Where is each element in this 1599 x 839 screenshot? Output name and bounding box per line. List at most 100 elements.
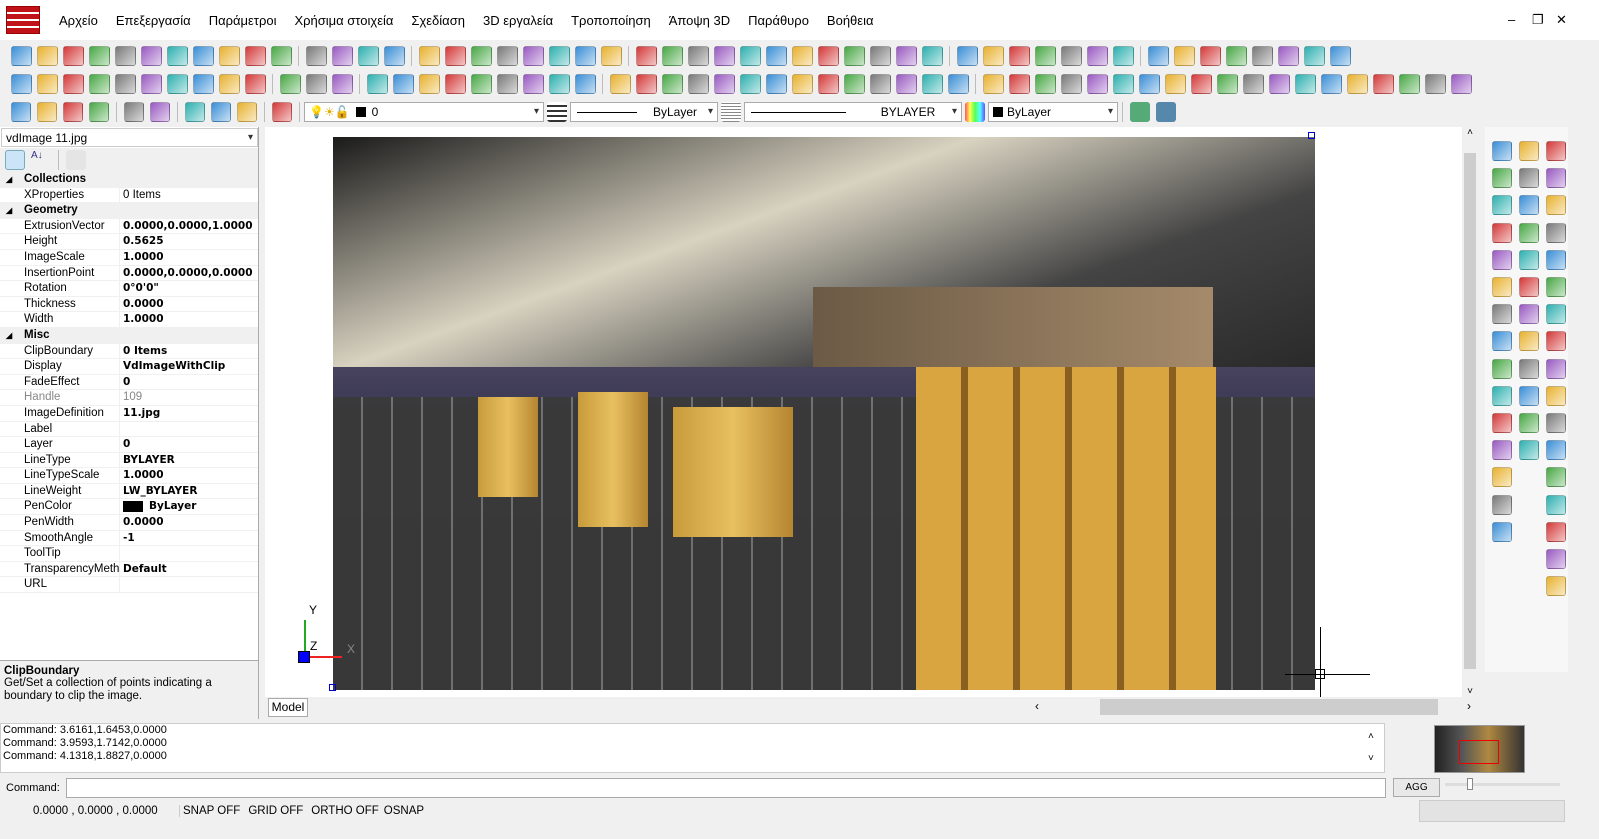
surface-icon[interactable] [765,73,787,94]
ruler-icon[interactable] [1277,45,1299,66]
menu-item-4[interactable]: Σχεδίαση [402,13,474,28]
snap-near-icon[interactable] [713,45,735,66]
property-value[interactable]: Default [120,562,167,577]
dim-aligned-icon[interactable] [1546,358,1566,379]
mirror-icon[interactable] [1138,73,1160,94]
wedge-icon[interactable] [1372,73,1394,94]
paste-icon[interactable] [331,73,353,94]
menu-item-3[interactable]: Χρήσιμα στοιχεία [285,13,402,28]
navigator-thumbnail[interactable] [1434,725,1525,773]
property-value[interactable]: 0 Items [120,188,161,203]
chart-icon[interactable] [237,101,257,122]
history-scrollbar[interactable]: ˄ ˅ [1368,726,1374,770]
view-bottom-icon[interactable] [36,73,58,94]
open-icon[interactable] [36,45,58,66]
render-icon[interactable] [418,45,440,66]
torus-icon[interactable] [817,73,839,94]
delete-icon[interactable] [1034,73,1056,94]
text-icon[interactable] [1492,195,1512,216]
layer-d-icon[interactable] [1546,249,1566,270]
image-icon[interactable] [1492,385,1512,406]
chamfer-icon[interactable] [1320,73,1342,94]
property-value[interactable]: ByLayer [146,499,196,514]
snap-end-icon[interactable] [635,45,657,66]
color-palette-icon[interactable] [965,101,985,122]
osnap-toggle[interactable]: OSNAP [384,805,424,817]
ucs-icon[interactable] [1251,45,1273,66]
color-combo[interactable]: ByLayer ▾ [988,101,1118,122]
grip-icon[interactable] [947,73,969,94]
dim-icon[interactable] [687,73,709,94]
property-row[interactable]: LineTypeScale 1.0000 [0,468,258,484]
zoom-scale-icon[interactable] [548,73,570,94]
frame-icon[interactable] [1329,45,1351,66]
property-row[interactable]: Display VdImageWithClip [0,359,258,375]
iso-sw-icon[interactable] [166,73,188,94]
edit-icon[interactable] [609,73,631,94]
property-row[interactable]: ImageDefinition 11.jpg [0,405,258,422]
save-icon[interactable] [88,45,110,66]
offset-icon[interactable] [1190,73,1212,94]
dim-angle-icon[interactable] [1546,467,1566,488]
property-row[interactable]: PenWidth 0.0000 [0,515,258,531]
cloud-icon[interactable] [1492,358,1512,379]
menu-item-2[interactable]: Παράμετροι [200,13,286,28]
point-icon[interactable] [1492,277,1512,297]
raster-icon[interactable] [63,101,83,122]
collapse-icon[interactable]: ◢ [0,203,16,218]
zoom-target-icon[interactable] [211,101,231,122]
dim-scale-icon[interactable] [1546,413,1566,433]
solid-icon[interactable] [791,73,813,94]
undo-icon[interactable] [357,45,379,66]
text-style-icon[interactable] [1008,45,1030,66]
hatch-icon[interactable] [37,101,57,122]
xline-icon[interactable] [1492,413,1512,433]
property-value[interactable]: 0 [120,437,130,452]
property-row[interactable]: URL [0,577,258,594]
attach-icon[interactable] [1086,45,1108,66]
arc-icon[interactable] [661,73,683,94]
dim-horiz-icon[interactable] [1546,331,1566,352]
property-value[interactable]: 1.0000 [120,468,164,483]
snap-ins-icon[interactable] [765,45,787,66]
grid-icon[interactable] [1546,549,1566,569]
zoom-out-icon[interactable] [496,73,518,94]
orbit-icon[interactable] [444,45,466,66]
pen-icon[interactable] [1199,45,1221,66]
globe-icon[interactable] [600,45,622,66]
dim-radius-icon[interactable] [1546,385,1566,406]
category-collections[interactable]: ◢ Collections [0,172,258,188]
lineweight-combo[interactable]: ByLayer ▾ [570,101,718,122]
sun-icon[interactable] [1225,45,1247,66]
property-value[interactable]: 0.0000 [120,515,164,530]
category-geometry[interactable]: ◢ Geometry [0,203,258,219]
circle-icon[interactable] [1519,141,1539,161]
property-value[interactable]: 109 [120,390,142,405]
dim-icon[interactable] [1034,45,1056,66]
sort-alpha-icon[interactable]: A↓ [31,150,51,170]
object-selector[interactable]: vdImage 11.jpg ▾ [1,128,258,147]
menu-item-8[interactable]: Παράθυρο [739,13,818,28]
dim-vert-icon[interactable] [1546,304,1566,325]
agg-button[interactable]: AGG [1393,778,1440,797]
ellipse-icon[interactable] [1519,249,1539,270]
circle-2p-icon[interactable] [1519,168,1539,189]
property-value[interactable]: 11.jpg [120,406,160,421]
zoom-icon[interactable] [366,73,388,94]
property-row[interactable]: Layer 0 [0,437,258,453]
window-cascade-icon[interactable] [124,101,144,122]
sphere-icon[interactable] [895,73,917,94]
xref-icon[interactable] [1060,45,1082,66]
cylinder-icon[interactable] [713,73,735,94]
snap-toggle[interactable]: SNAP OFF [183,805,240,817]
extend-icon[interactable] [1242,73,1264,94]
cloud-icon[interactable] [1450,73,1472,94]
zoom-window-icon[interactable] [418,73,440,94]
pdf-icon[interactable] [192,45,214,66]
block-insert-icon[interactable] [1130,101,1150,122]
regen-icon[interactable] [305,45,327,66]
grip-bottom-left[interactable] [329,684,336,691]
tag-icon[interactable] [1546,222,1566,243]
pyramid-icon[interactable] [1519,413,1539,433]
layer-e-icon[interactable] [1546,277,1566,297]
